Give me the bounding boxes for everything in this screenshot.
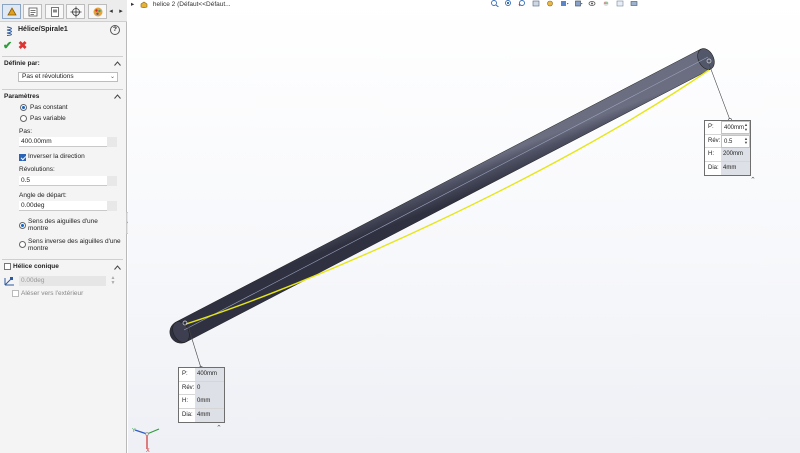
- pitch-spinner[interactable]: [107, 137, 117, 147]
- configuration-manager-tab[interactable]: [45, 4, 64, 19]
- callout-row: P: 400mm ▲ ▼: [705, 121, 750, 135]
- clockwise-radio[interactable]: [19, 222, 26, 229]
- triad-x-label: X: [146, 448, 150, 453]
- callout-diameter-value: 4mm: [721, 161, 750, 175]
- tapered-helix-header[interactable]: Hélice conique: [13, 263, 59, 270]
- chevron-down-icon: ⌄: [109, 74, 115, 80]
- constant-pitch-radio[interactable]: [20, 104, 27, 111]
- taper-angle-spinner[interactable]: ▲ ▼: [108, 276, 118, 286]
- start-angle-input[interactable]: 0.00deg: [19, 201, 107, 211]
- dimxpert-tab[interactable]: [66, 4, 85, 19]
- manager-tab-bar: ◂ ▸: [0, 0, 127, 22]
- reference-triad: Y X: [132, 428, 160, 453]
- callout-label: Rév:: [182, 384, 195, 391]
- callout-row: H: 0mm: [179, 395, 224, 409]
- callout-label: P:: [182, 371, 188, 377]
- defined-by-select[interactable]: Pas et révolutions ⌄: [18, 72, 118, 82]
- tab-scroll-left-icon[interactable]: ◂: [108, 7, 114, 17]
- defined-by-value: Pas et révolutions: [22, 73, 74, 80]
- callout-spinner-icon[interactable]: ▲ ▼: [743, 122, 749, 132]
- cancel-button[interactable]: ✖: [18, 39, 27, 52]
- callout-pitch-value: 400mm: [195, 368, 224, 381]
- pitch-label: Pas:: [19, 128, 33, 135]
- triad-y-label: Y: [132, 428, 136, 434]
- counterclockwise-radio[interactable]: [19, 241, 26, 248]
- constant-pitch-label: Pas constant: [30, 104, 68, 111]
- bore-outward-checkbox[interactable]: [12, 290, 19, 297]
- callout-row: H: 200mm: [705, 148, 750, 162]
- callout-label: Dia:: [708, 164, 719, 171]
- counterclockwise-label-line1: Sens inverse des aiguilles d'une: [28, 238, 121, 245]
- property-manager-icon: [28, 7, 37, 16]
- callout-row: P: 400mm: [179, 368, 224, 382]
- defined-by-header[interactable]: Définie par:: [4, 60, 40, 67]
- display-manager-tab[interactable]: [88, 4, 107, 19]
- collapse-caret-icon[interactable]: [114, 94, 121, 99]
- taper-angle-input[interactable]: 0.00deg: [19, 276, 106, 286]
- parameters-header[interactable]: Paramètres: [4, 93, 39, 100]
- model-scene[interactable]: Y X: [128, 0, 800, 453]
- variable-pitch-label: Pas variable: [30, 115, 66, 122]
- callout-label: P:: [708, 124, 714, 130]
- graphics-area[interactable]: ▸ helice 2 (Défaut<<Défaut... Y X P: 400…: [128, 0, 800, 453]
- callout-diameter-value: 4mm: [195, 408, 224, 422]
- start-angle-spinner[interactable]: [107, 201, 117, 211]
- callout-revolutions-value: 0: [195, 381, 224, 395]
- callout-end-leader: [708, 63, 731, 121]
- revolutions-spinner[interactable]: [107, 176, 117, 186]
- callout-label: H:: [182, 398, 188, 404]
- callout-row: Rév: 0: [179, 381, 224, 395]
- bore-outward-label: Aléser vers l'extérieur: [21, 290, 84, 297]
- clockwise-label-line2: montre: [28, 225, 49, 232]
- reverse-direction-label: Inverser la direction: [28, 153, 85, 160]
- revolutions-label: Révolutions:: [19, 166, 55, 173]
- pitch-input[interactable]: 400.00mm: [19, 137, 107, 147]
- cylinder-axis: [183, 56, 709, 331]
- ok-button[interactable]: ✔: [3, 39, 12, 52]
- reverse-direction-checkbox[interactable]: [19, 154, 26, 161]
- helix-end-callout: P: 400mm ▲ ▼ Rév: 0.5 ▲ ▼ H: 200mm Dia: 4m…: [704, 120, 751, 176]
- callout-label: H:: [708, 151, 714, 157]
- separator: [2, 56, 123, 57]
- display-manager-icon: [93, 7, 102, 16]
- property-manager-panel: ◂ ▸ Hélice/Spirale1 ? ✔ ✖ Définie par: P…: [0, 0, 127, 453]
- collapse-caret-icon[interactable]: [114, 61, 121, 66]
- helix-start-callout: P: 400mm Rév: 0 H: 0mm Dia: 4mm: [178, 367, 225, 423]
- callout-label: Dia:: [182, 411, 193, 418]
- callout-spinner-icon[interactable]: ▲ ▼: [743, 136, 749, 146]
- tapered-helix-checkbox[interactable]: [4, 263, 11, 270]
- callout-height-value: 200mm: [721, 148, 750, 161]
- separator: [2, 259, 123, 260]
- property-manager-tab[interactable]: [23, 4, 42, 19]
- callout-height-value: 0mm: [195, 395, 224, 408]
- variable-pitch-radio[interactable]: [20, 115, 27, 122]
- revolutions-input[interactable]: 0.5: [19, 176, 107, 186]
- helix-feature-icon: [6, 26, 12, 36]
- callout-row: Dia: 4mm: [705, 161, 750, 176]
- clockwise-label-line1: Sens des aiguilles d'une: [28, 218, 98, 225]
- callout-row: Rév: 0.5 ▲ ▼: [705, 134, 750, 148]
- counterclockwise-label-line2: montre: [28, 245, 49, 252]
- feature-title: Hélice/Spirale1: [18, 26, 68, 33]
- callout-label: Rév:: [708, 137, 721, 144]
- feature-manager-tab[interactable]: [2, 4, 21, 19]
- configuration-manager-icon: [50, 6, 59, 17]
- taper-angle-icon: [4, 277, 14, 286]
- help-icon[interactable]: ?: [110, 25, 120, 35]
- callout-row: Dia: 4mm: [179, 408, 224, 423]
- feature-manager-icon: [6, 6, 17, 15]
- dimxpert-icon: [70, 6, 81, 17]
- separator: [2, 89, 123, 90]
- tab-scroll-right-icon[interactable]: ▸: [118, 7, 124, 17]
- callout-collapse-icon[interactable]: ⌃: [750, 176, 756, 184]
- callout-collapse-icon[interactable]: ⌃: [216, 424, 222, 432]
- collapse-caret-icon[interactable]: [114, 265, 121, 270]
- start-angle-label: Angle de départ:: [19, 192, 67, 199]
